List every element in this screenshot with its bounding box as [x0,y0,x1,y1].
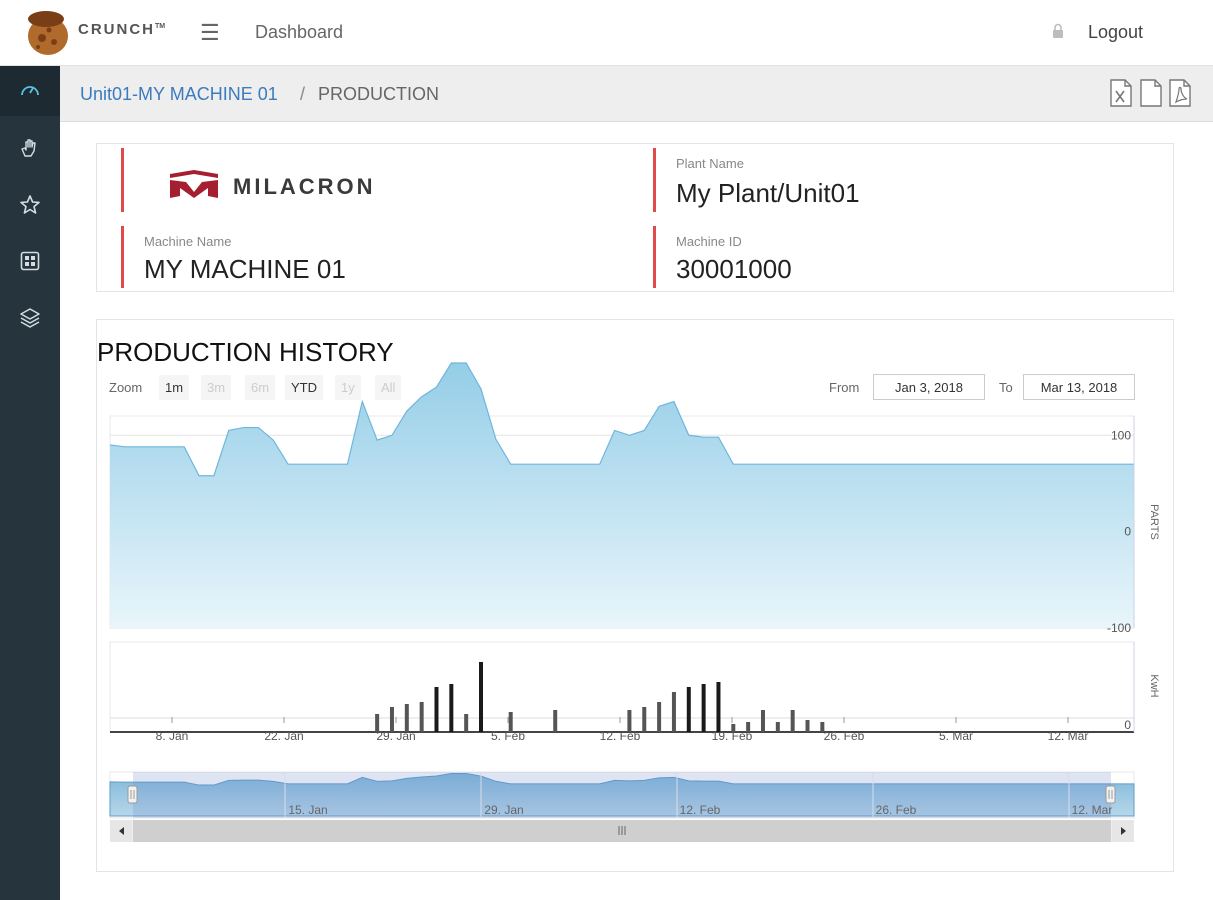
machine-id-label: Machine ID [676,234,742,249]
sidebar [0,66,60,900]
energy-x-tick-label: 5. Mar [939,729,973,743]
energy-bar [419,702,424,732]
energy-bar [553,710,558,732]
machine-name-cell: Machine Name MY MACHINE 01 [121,226,621,288]
parts-axis-label: PARTS [1148,504,1160,540]
energy-bar [760,710,765,732]
energy-bar [464,714,469,732]
star-icon [20,195,40,214]
production-chart[interactable]: 100 0 -100 PARTS 0 KwH 8. Jan 22. Jan 29. Ja… [97,320,1173,871]
breadcrumb-current: PRODUCTION [318,84,439,104]
lock-icon [1053,23,1063,38]
parts-y-tick: 0 [1124,525,1131,539]
energy-bar [404,704,409,732]
energy-x-tick-label: 19. Feb [712,729,753,743]
navigator-left-handle[interactable] [127,785,138,804]
parts-y-tick: -100 [1107,621,1131,635]
breadcrumb-separator: / [300,84,306,104]
energy-bar [716,682,721,732]
navigator-x-tick-label: 29. Jan [484,803,523,817]
milacron-logo-text: MILACRON [233,174,376,199]
energy-bar [805,720,810,732]
plant-name-label: Plant Name [676,156,744,171]
plant-name-value: My Plant/Unit01 [676,178,860,208]
document-export-icon[interactable] [1138,78,1164,108]
layers-icon [20,308,40,328]
navigator-selection[interactable] [133,772,1111,818]
energy-x-tick-label: 22. Jan [264,729,303,743]
energy-bar [479,662,484,732]
machine-id-value: 30001000 [676,254,792,284]
sidebar-item-layers[interactable] [0,293,60,343]
top-bar: CRUNCHTM ☰ Dashboard Logout [0,0,1213,66]
sidebar-item-grid[interactable] [0,236,60,286]
parts-area [110,363,1134,628]
machine-name-label: Machine Name [144,234,232,249]
energy-bar [686,687,691,732]
machine-id-cell: Machine ID 30001000 [653,226,1153,288]
gauge-icon [21,86,39,96]
energy-y-axis: 0 [1124,718,1131,732]
energy-x-tick-label: 29. Jan [376,729,415,743]
navigator-x-tick-label: 12. Mar [1072,803,1113,817]
brand-name: CRUNCHTM [78,21,166,38]
energy-x-tick-label: 26. Feb [824,729,865,743]
energy-bar [657,702,662,732]
energy-bar [671,692,676,732]
breadcrumb: Unit01-MY MACHINE 01 / PRODUCTION [60,66,1213,122]
energy-x-tick-label: 5. Feb [491,729,525,743]
pdf-export-icon[interactable] [1167,78,1193,108]
energy-x-tick-label: 8. Jan [156,729,189,743]
energy-bar [449,684,454,732]
energy-bar [775,722,780,732]
nav-dashboard-link[interactable]: Dashboard [255,22,343,43]
hand-icon [21,139,36,157]
machine-name-value: MY MACHINE 01 [144,254,346,284]
energy-bar [642,707,647,732]
energy-y-tick: 0 [1124,718,1131,732]
hamburger-icon[interactable]: ☰ [200,20,220,46]
logout-link[interactable]: Logout [1088,22,1143,43]
energy-bar [790,710,795,732]
grid-icon [20,251,40,271]
energy-axis-label: KwH [1148,674,1160,697]
brand-cell: MILACRON [121,148,621,212]
excel-export-icon[interactable] [1108,78,1134,108]
energy-x-tick-label: 12. Mar [1048,729,1089,743]
parts-y-tick: 100 [1111,428,1131,442]
energy-bar [701,684,706,732]
navigator-x-tick-label: 12. Feb [680,803,721,817]
production-history-card: PRODUCTION HISTORY Zoom 1m 3m 6m YTD 1y … [96,319,1174,872]
energy-bar [434,687,439,732]
navigator-x-tick-label: 15. Jan [288,803,327,817]
navigator-x-tick-label: 26. Feb [876,803,917,817]
sidebar-item-hand[interactable] [0,123,60,173]
parts-series [109,362,1134,628]
sidebar-item-dashboard[interactable] [0,66,60,116]
plant-name-cell: Plant Name My Plant/Unit01 [653,148,1153,212]
energy-x-tick-label: 12. Feb [600,729,641,743]
sidebar-item-favorites[interactable] [0,180,60,230]
navigator-right-handle[interactable] [1105,785,1116,804]
milacron-logo [170,170,218,198]
machine-info-card: MILACRON Plant Name My Plant/Unit01 Mach… [96,143,1174,292]
breadcrumb-machine-link[interactable]: Unit01-MY MACHINE 01 [80,84,278,105]
